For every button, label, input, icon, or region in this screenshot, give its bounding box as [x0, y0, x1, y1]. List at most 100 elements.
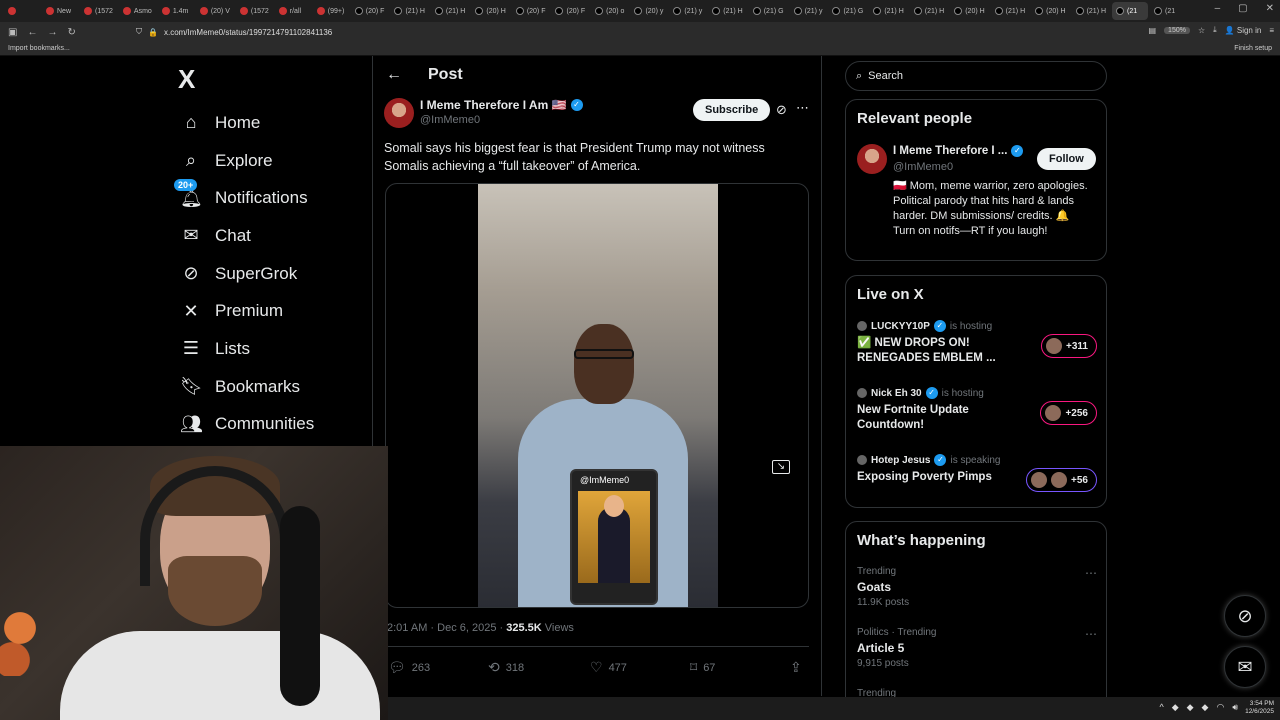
close-window-icon[interactable]: ✕	[1266, 3, 1274, 14]
nav-bookmarks[interactable]: 🔖︎ Bookmarks	[180, 368, 314, 406]
live-item[interactable]: Nick Eh 30 ✓ is hosting New Fortnite Updat…	[857, 387, 1097, 433]
browser-tab[interactable]: (21	[1150, 2, 1186, 20]
taskbar-clock[interactable]: 3:54 PM 12/6/2025	[1245, 700, 1274, 716]
browser-tab[interactable]: (21) H	[708, 2, 746, 20]
app-icon[interactable]: ◆	[1202, 702, 1209, 713]
browser-tab[interactable]: (20) F	[512, 2, 550, 20]
forward-icon[interactable]: →	[47, 27, 57, 38]
browser-tab[interactable]: New	[42, 2, 78, 20]
menu-icon[interactable]: ≡	[1269, 26, 1274, 35]
nav-home[interactable]: ⌂ Home	[180, 104, 314, 142]
back-arrow-icon[interactable]: ←	[386, 66, 402, 84]
maximize-icon[interactable]: ▢	[1238, 3, 1247, 14]
chevron-up-icon[interactable]: ^	[1159, 702, 1163, 713]
live-listeners-pill[interactable]: +311	[1041, 334, 1097, 358]
zoom-level[interactable]: 150%	[1164, 26, 1190, 34]
browser-tab[interactable]: Asmo	[119, 2, 156, 20]
browser-tab[interactable]: (21) y	[790, 2, 827, 20]
browser-tab[interactable]: (21) G	[828, 2, 867, 20]
browser-tab[interactable]: (21) H	[910, 2, 948, 20]
lock-icon[interactable]: 🔒	[148, 28, 158, 37]
nav-premium[interactable]: ✕ Premium	[180, 292, 314, 330]
post-time[interactable]: 2:01 AM · Dec 6, 2025 ·	[387, 622, 506, 634]
video-player[interactable]: @ImMeme0	[478, 184, 718, 607]
trend-item[interactable]: Trending Goats 11.9K posts ⋯	[857, 566, 1097, 608]
grok-fab-button[interactable]: ⊘	[1224, 595, 1266, 637]
live-item[interactable]: LUCKYY10P ✓ is hosting ✅ NEW DROPS ON! REN…	[857, 320, 1097, 366]
back-icon[interactable]: ←	[27, 27, 37, 38]
import-bookmarks-link[interactable]: Import bookmarks...	[8, 45, 70, 52]
minimize-icon[interactable]: –	[1215, 3, 1221, 14]
reader-icon[interactable]: ▤	[1148, 26, 1156, 35]
person-handle[interactable]: @ImMeme0	[893, 161, 953, 173]
nav-notifications[interactable]: 🔔︎ 20+ Notifications	[174, 179, 314, 217]
more-options-icon[interactable]: ⋯	[796, 100, 809, 116]
more-options-icon[interactable]: ⋯	[1085, 627, 1097, 641]
repost-button[interactable]: ⟲ 318	[488, 659, 524, 676]
browser-tab[interactable]: (20) y	[630, 2, 667, 20]
reload-icon[interactable]: ↻	[67, 27, 75, 38]
nav-chat[interactable]: ✉ Chat	[180, 217, 314, 255]
browser-tab[interactable]: r/all	[275, 2, 311, 20]
live-listeners-pill[interactable]: +56	[1026, 468, 1097, 492]
browser-tab[interactable]: (99+)	[313, 2, 349, 20]
live-item[interactable]: Hotep Jesus ✓ is speaking Exposing Poverty…	[857, 454, 1097, 492]
grok-icon[interactable]: ⊘	[776, 102, 787, 118]
browser-tab[interactable]: (20) H	[1031, 2, 1069, 20]
browser-tab[interactable]: (20) F	[351, 2, 389, 20]
browser-tab[interactable]: (21) H	[390, 2, 428, 20]
live-listeners-pill[interactable]: +256	[1040, 401, 1097, 425]
post-media[interactable]: @ImMeme0 ↘	[385, 183, 809, 608]
browser-tab[interactable]: (21) H	[869, 2, 907, 20]
author-avatar[interactable]	[384, 98, 414, 128]
nav-communities[interactable]: 👥︎ Communities	[180, 406, 314, 444]
url-text[interactable]: x.com/ImMeme0/status/1997214791102841136	[164, 28, 332, 37]
minimize-video-icon[interactable]: ↘	[772, 460, 790, 474]
author-name-row[interactable]: I Meme Therefore I Am 🇺🇸 ✓	[420, 98, 583, 112]
star-icon[interactable]: ☆	[1198, 26, 1205, 35]
nav-explore[interactable]: ⌕ Explore	[180, 142, 314, 180]
app-icon[interactable]: ◆	[1172, 702, 1179, 713]
browser-tab[interactable]: (21	[1112, 2, 1149, 20]
messages-fab-button[interactable]: ✉	[1224, 646, 1266, 688]
finish-setup-link[interactable]: Finish setup	[1234, 45, 1272, 52]
author-name[interactable]: I Meme Therefore I Am 🇺🇸	[420, 98, 567, 112]
browser-tab[interactable]: (20) o	[591, 2, 628, 20]
bookmark-button[interactable]: ⌑ 67	[690, 659, 715, 676]
browser-tab[interactable]: (21) H	[431, 2, 469, 20]
x-logo[interactable]: X	[178, 64, 195, 95]
nav-lists[interactable]: ☰ Lists	[180, 330, 314, 368]
browser-tab[interactable]: (1572	[236, 2, 273, 20]
more-options-icon[interactable]: ⋯	[1085, 566, 1097, 580]
shield-icon[interactable]: ⛉	[136, 27, 142, 37]
browser-tab[interactable]: (21) H	[991, 2, 1029, 20]
share-button[interactable]: ⇪	[790, 659, 802, 676]
browser-tab[interactable]: (21) y	[669, 2, 706, 20]
browser-tab[interactable]: (20) V	[196, 2, 234, 20]
download-icon[interactable]: ⤓	[1213, 25, 1217, 35]
reply-button[interactable]: 💬︎ 263	[388, 659, 430, 676]
browser-tab[interactable]: 1.4m	[158, 2, 194, 20]
avatar[interactable]	[857, 144, 887, 174]
nav-supergrok[interactable]: ⊘ SuperGrok	[180, 255, 314, 293]
browser-tab[interactable]: (20) F	[551, 2, 589, 20]
person-name-row[interactable]: I Meme Therefore I ... ✓	[893, 145, 1024, 157]
sidebar-toggle-icon[interactable]: ▣	[8, 27, 17, 38]
browser-tab[interactable]	[4, 2, 40, 20]
browser-tab[interactable]: (21) G	[749, 2, 788, 20]
app-icon[interactable]: ◆	[1187, 702, 1194, 713]
follow-button[interactable]: Follow	[1037, 148, 1096, 170]
person-name[interactable]: I Meme Therefore I ...	[893, 145, 1007, 157]
address-bar[interactable]: ⛉ 🔒 x.com/ImMeme0/status/199721479110284…	[136, 24, 1096, 40]
author-handle[interactable]: @ImMeme0	[420, 114, 480, 126]
search-input[interactable]: ⌕ Search	[845, 61, 1107, 91]
browser-tab[interactable]: (1572	[80, 2, 117, 20]
like-button[interactable]: ♡ 477	[590, 659, 627, 676]
browser-tab[interactable]: (20) H	[471, 2, 509, 20]
subscribe-button[interactable]: Subscribe	[693, 99, 771, 121]
browser-tab[interactable]: (20) H	[950, 2, 988, 20]
sign-in-button[interactable]: 👤 Sign in	[1225, 26, 1262, 35]
volume-icon[interactable]: 🔊︎	[1232, 702, 1238, 713]
browser-tab[interactable]: (21) H	[1072, 2, 1110, 20]
wifi-icon[interactable]: ◠	[1216, 702, 1224, 713]
